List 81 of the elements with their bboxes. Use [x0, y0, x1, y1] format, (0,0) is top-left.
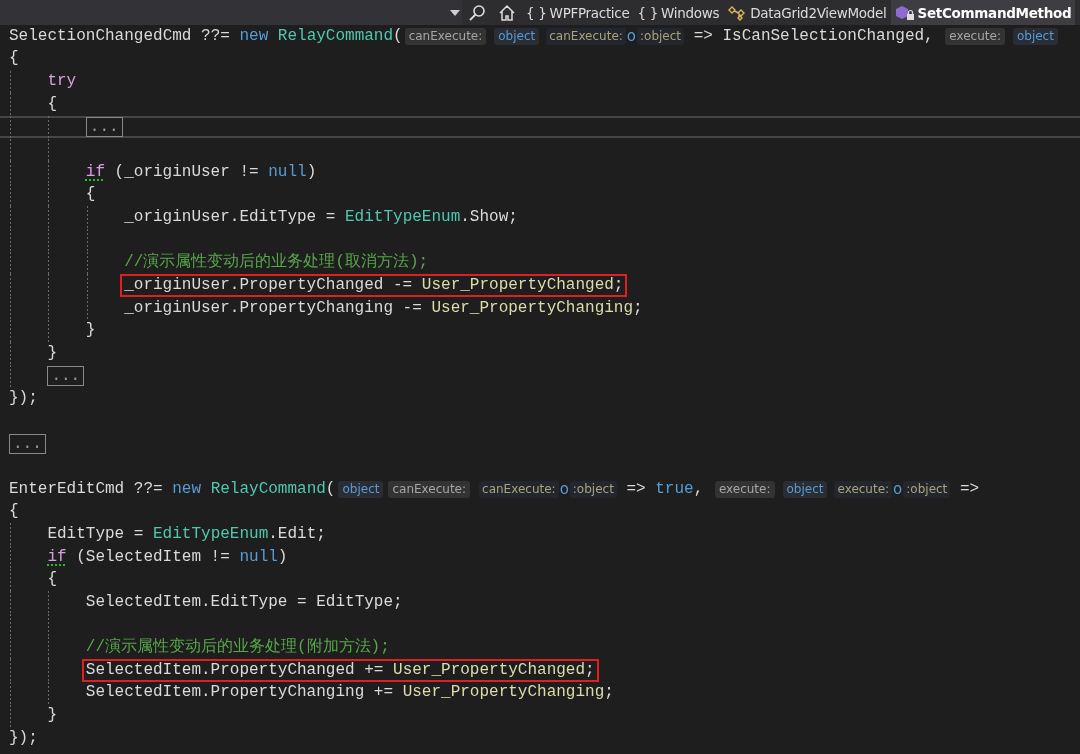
code-text: _originUser.PropertyChanging -= — [124, 298, 423, 318]
code-text: ) — [306, 162, 317, 182]
inlay-hint: :object — [569, 480, 617, 498]
keyword: try — [47, 72, 77, 92]
inlay-hint: object — [1012, 27, 1058, 45]
keyword: new — [239, 26, 270, 46]
inlay-hint: execute: — [945, 27, 1005, 45]
code-text: _originUser.PropertyChanged -= — [124, 275, 414, 295]
inlay-hint: object — [782, 480, 828, 498]
code-text: ) — [277, 547, 288, 567]
code-text: } — [85, 321, 96, 341]
code-text: => — [625, 479, 647, 499]
code-text: { — [47, 570, 57, 590]
method-name: User_PropertyChanged — [421, 275, 614, 295]
code-text: { — [47, 94, 57, 114]
inlay-hint: :object — [637, 27, 685, 45]
code-text: ( — [325, 479, 336, 499]
code-text: ; — [633, 298, 643, 318]
breadcrumb-item[interactable]: { } Windows — [633, 0, 724, 25]
home-icon[interactable] — [498, 3, 516, 22]
keyword: new — [172, 479, 203, 499]
inlay-hint: canExecute: — [404, 27, 487, 45]
method-name: User_PropertyChanged — [393, 660, 586, 680]
inlay-hint: :object — [903, 480, 951, 498]
inlay-hint: execute: — [714, 480, 775, 498]
code-text: (SelectedItem != — [75, 547, 231, 567]
inlay-hint: canExecute: — [546, 27, 626, 45]
code-text: { — [9, 502, 19, 522]
keyword: if — [47, 547, 67, 567]
inlay-hint: canExecute: — [479, 480, 559, 498]
code-text: }); — [9, 389, 38, 409]
inlay-hint: canExecute: — [388, 480, 471, 498]
method-lock-icon — [894, 4, 915, 21]
code-text: SelectedItem.PropertyChanged += — [85, 660, 385, 680]
inlay-hint: object — [338, 480, 384, 498]
code-text: { — [9, 49, 19, 69]
keyword: null — [268, 162, 307, 182]
method-name: User_PropertyChanging — [402, 683, 605, 703]
breadcrumb-item[interactable]: { } WPFPractice — [522, 0, 634, 25]
type-name: RelayCommand — [277, 26, 394, 46]
collapsed-code-button[interactable]: ... — [9, 433, 46, 454]
code-text: , — [693, 479, 705, 499]
method-name: User_PropertyChanging — [431, 298, 634, 318]
code-text: } — [47, 343, 57, 363]
code-text: .Edit; — [268, 524, 326, 544]
inlay-hint: object — [494, 27, 540, 45]
breadcrumb-item[interactable]: DataGrid2ViewModel — [723, 0, 891, 25]
code-text: EditType = — [47, 524, 145, 544]
inlay-hint: execute: — [834, 480, 893, 498]
type-name: EditTypeEnum — [153, 524, 269, 544]
code-text: ; — [613, 275, 624, 295]
code-text: { — [85, 185, 96, 205]
code-text: ( — [393, 26, 403, 46]
inlay-hint: o — [625, 27, 638, 45]
inlay-hint: o — [558, 480, 570, 498]
code-text: _originUser.EditType = — [124, 207, 337, 227]
code-text: ; — [604, 683, 614, 703]
code-text: }); — [9, 728, 38, 748]
collapsed-code-button[interactable]: ... — [47, 365, 85, 386]
code-text: } — [47, 706, 57, 726]
keyword: null — [239, 547, 278, 567]
code-text: .Show; — [460, 207, 518, 227]
code-comment: //演示属性变动后的业务处理(附加方法); — [85, 638, 390, 658]
code-text: => IsCanSelectionChanged, — [692, 26, 935, 46]
collapsed-code-button[interactable]: ... — [85, 116, 123, 137]
type-name: EditTypeEnum — [345, 207, 461, 227]
code-comment: //演示属性变动后的业务处理(取消方法); — [124, 253, 429, 273]
type-name: RelayCommand — [210, 479, 326, 499]
code-text: SelectionChangedCmd ??= — [9, 26, 231, 46]
inlay-hint: o — [892, 480, 904, 498]
dropdown-caret-icon[interactable] — [450, 9, 460, 16]
code-text: SelectedItem.EditType = EditType; — [85, 592, 403, 612]
code-text: => — [958, 479, 980, 499]
search-icon[interactable] — [468, 3, 486, 22]
breadcrumb-item[interactable]: SetCommandMethod — [890, 0, 1076, 25]
code-text: EnterEditCmd ??= — [9, 479, 164, 499]
code-text: ; — [585, 660, 595, 680]
keyword: if — [85, 162, 105, 182]
code-text: (_originUser != — [113, 162, 260, 182]
keyword: true — [655, 479, 694, 499]
code-text: SelectedItem.PropertyChanging += — [85, 683, 395, 703]
